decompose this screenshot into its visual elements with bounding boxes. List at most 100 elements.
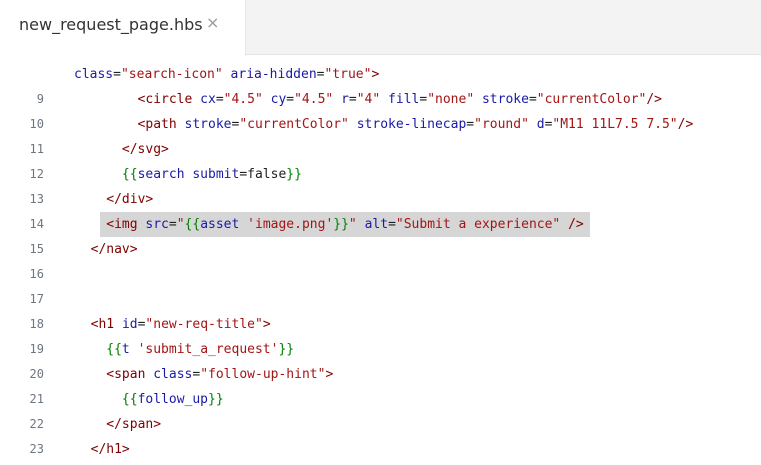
- code-token: "4.5": [223, 92, 263, 107]
- code-token: "4.5": [294, 92, 334, 107]
- code-token: {{: [184, 217, 201, 232]
- code-token: "currentColor": [536, 92, 647, 107]
- line-number: 11: [29, 142, 44, 156]
- code-token: </h1>: [90, 442, 130, 457]
- line-number: 13: [29, 192, 44, 206]
- code-text: </div>: [106, 187, 153, 212]
- code-token: "follow-up-hint": [200, 367, 326, 382]
- highlighted-code-text: <img src="{{asset 'image.png'}}" alt="Su…: [100, 212, 590, 237]
- code-token: />: [568, 217, 584, 232]
- line-number: 9: [36, 92, 44, 106]
- code-token: alt: [364, 217, 389, 232]
- code-line: 13 </div>: [0, 187, 761, 212]
- code-token: "none": [427, 92, 475, 107]
- code-line: class="search-icon" aria-hidden="true">: [0, 62, 761, 87]
- code-token: "Submit a experience": [395, 217, 561, 232]
- code-token: =: [348, 92, 357, 107]
- code-token: {{: [106, 342, 122, 357]
- line-number: 22: [29, 417, 44, 431]
- code-token: =false: [239, 167, 287, 182]
- code-line: 17: [0, 287, 761, 312]
- code-text: <h1 id="new-req-title">: [91, 312, 271, 337]
- line-number: 17: [29, 292, 44, 306]
- code-token: }}: [286, 167, 302, 182]
- code-text: <span class="follow-up-hint">: [106, 362, 333, 387]
- code-line: 15 </nav>: [0, 237, 761, 262]
- code-text: <path stroke = "currentColor" stroke-linec…: [138, 112, 694, 137]
- code-token: </svg>: [121, 142, 169, 157]
- code-token: asset: [200, 217, 240, 232]
- code-token: t: [121, 342, 130, 357]
- code-token: <circle: [137, 92, 193, 107]
- code-text: </nav>: [91, 237, 138, 262]
- code-token: "4": [356, 92, 381, 107]
- code-token: cx: [200, 92, 216, 107]
- code-line: 19 {{t 'submit_a_request'}}: [0, 337, 761, 362]
- code-token: "new-req-title": [145, 317, 263, 332]
- code-token: =: [168, 217, 177, 232]
- code-token: "search-icon": [120, 67, 223, 82]
- line-number: 15: [29, 242, 44, 256]
- code-token: stroke: [184, 117, 232, 132]
- code-line: 12 {{search submit=false}}: [0, 162, 761, 187]
- code-text: </svg>: [122, 137, 169, 162]
- code-token: src: [145, 217, 169, 232]
- code-token: fill: [388, 92, 420, 107]
- code-token: stroke: [481, 92, 529, 107]
- code-token: />: [646, 92, 663, 107]
- code-token: stroke-linecap: [356, 117, 467, 132]
- code-token: 'submit_a_request': [137, 342, 279, 357]
- code-text: {{search submit=false}}: [122, 162, 302, 187]
- code-token: >: [371, 67, 380, 82]
- code-token: </span>: [106, 417, 162, 432]
- code-line: 16: [0, 262, 761, 287]
- code-token: }}: [278, 342, 295, 357]
- code-token: "M11 11L7.5 7.5": [552, 117, 678, 132]
- code-token: =: [215, 92, 224, 107]
- code-token: >: [325, 367, 334, 382]
- close-icon[interactable]: ×: [206, 13, 219, 32]
- code-text: {{follow_up}}: [122, 387, 224, 412]
- file-tab-label: new_request_page.hbs: [19, 15, 203, 34]
- code-token: <h1: [90, 317, 115, 332]
- code-line: 20 <span class="follow-up-hint">: [0, 362, 761, 387]
- code-token: {{: [121, 167, 138, 182]
- code-token: {{: [121, 392, 138, 407]
- code-token: ": [176, 217, 185, 232]
- code-token: </nav>: [90, 242, 138, 257]
- code-token: =: [419, 92, 428, 107]
- code-line: 21 {{follow_up}}: [0, 387, 761, 412]
- code-token: </div>: [106, 192, 154, 207]
- code-text: </span>: [106, 412, 161, 437]
- code-token: <img: [106, 217, 138, 232]
- code-line: 11 </svg>: [0, 137, 761, 162]
- code-line: 10 <path stroke = "currentColor" stroke-lin…: [0, 112, 761, 137]
- code-token: <span: [106, 367, 146, 382]
- code-line: 23 </h1>: [0, 437, 761, 462]
- code-editor[interactable]: class="search-icon" aria-hidden="true"> 9…: [0, 56, 761, 465]
- code-token: submit: [192, 167, 240, 182]
- line-number: 14: [29, 217, 44, 231]
- code-token: search: [137, 167, 185, 182]
- code-token: class: [153, 367, 193, 382]
- code-line: 22 </span>: [0, 412, 761, 437]
- code-token: =: [388, 217, 396, 232]
- code-text: </h1>: [91, 437, 130, 462]
- code-line: 14 <img src="{{asset 'image.png'}}" alt="…: [0, 212, 761, 237]
- code-token: id: [121, 317, 138, 332]
- code-token: cy: [270, 92, 287, 107]
- file-tab[interactable]: new_request_page.hbs ×: [0, 0, 246, 56]
- code-token: follow_up: [137, 392, 209, 407]
- line-number: 21: [29, 392, 44, 406]
- line-number: 12: [29, 167, 44, 181]
